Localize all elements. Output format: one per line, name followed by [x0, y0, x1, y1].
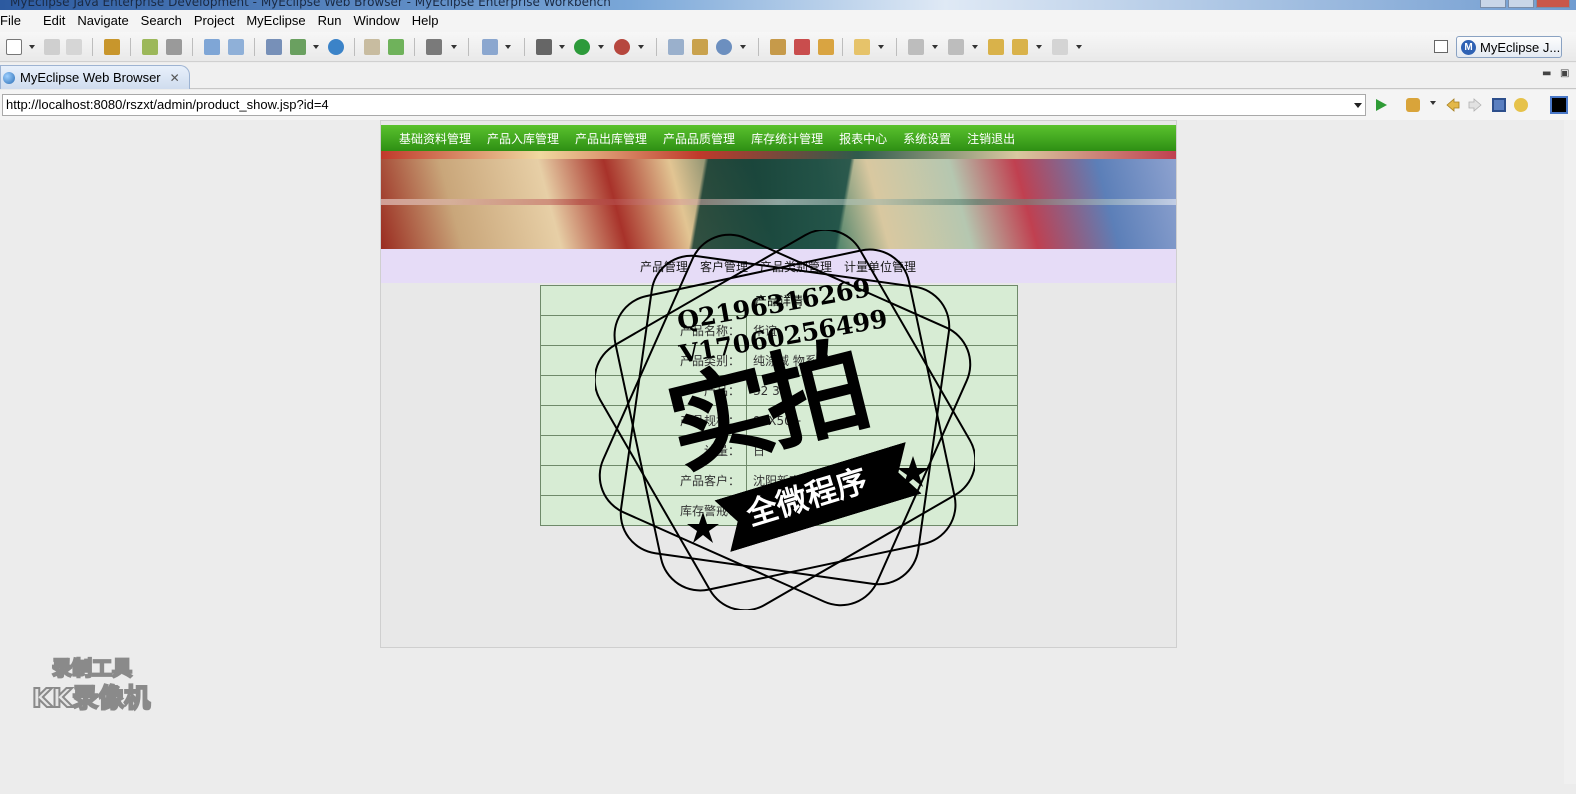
browser-icon [3, 71, 15, 84]
nav-quality[interactable]: 产品品质管理 [655, 130, 743, 147]
nav-stock-in[interactable]: 产品入库管理 [479, 130, 567, 147]
refresh-icon[interactable] [716, 39, 732, 55]
close-window-button[interactable] [1536, 0, 1570, 8]
vertical-scrollbar[interactable] [1564, 120, 1576, 784]
recorder-watermark-line1: 录制工具 [51, 655, 133, 681]
browser-refresh-icon[interactable] [1514, 98, 1528, 112]
stop-icon[interactable] [1492, 98, 1506, 112]
close-tab-icon[interactable]: ✕ [170, 71, 180, 85]
url-history-dropdown-icon[interactable] [1354, 103, 1362, 108]
prev-annotation-icon[interactable] [948, 39, 964, 55]
url-input[interactable]: http://localhost:8080/rszxt/admin/produc… [2, 94, 1366, 116]
maximize-view-icon[interactable]: ▣ [1560, 68, 1569, 79]
site-nav-bar: 基础资料管理 产品入库管理 产品出库管理 产品品质管理 库存统计管理 报表中心 … [381, 125, 1176, 151]
folder-icon[interactable] [854, 39, 870, 55]
menu-file[interactable]: File [0, 10, 27, 32]
menu-bar: File Edit Navigate Search Project MyEcli… [0, 10, 1576, 32]
console-icon[interactable] [1550, 96, 1568, 114]
menu-navigate[interactable]: Navigate [71, 10, 134, 32]
browser-address-row: http://localhost:8080/rszxt/admin/produc… [0, 90, 1576, 120]
class-icon[interactable] [692, 39, 708, 55]
nav-inventory-stats[interactable]: 库存统计管理 [743, 130, 831, 147]
menu-edit[interactable]: Edit [27, 10, 71, 32]
nav-reports[interactable]: 报表中心 [831, 130, 895, 147]
run-dropdown-icon[interactable] [598, 45, 604, 49]
next-annotation-icon[interactable] [908, 39, 924, 55]
new-icon[interactable] [6, 39, 22, 55]
view-icon[interactable] [482, 39, 498, 55]
search-icon[interactable] [228, 39, 244, 55]
camera-icon[interactable] [426, 39, 442, 55]
bookmark-icon[interactable] [818, 39, 834, 55]
back-dropdown-icon[interactable] [1036, 45, 1042, 49]
new-dropdown-icon[interactable] [29, 45, 35, 49]
last-edit-icon[interactable] [988, 39, 1004, 55]
nav-stock-out[interactable]: 产品出库管理 [567, 130, 655, 147]
refresh-dropdown-icon[interactable] [740, 45, 746, 49]
menu-run[interactable]: Run [312, 10, 348, 32]
menu-window[interactable]: Window [347, 10, 405, 32]
print-icon[interactable] [66, 39, 82, 55]
deploy-icon[interactable] [142, 39, 158, 55]
globe-icon[interactable] [328, 39, 344, 55]
favorites-icon[interactable] [1406, 98, 1420, 112]
forward-icon[interactable] [1052, 39, 1068, 55]
db-icon[interactable] [266, 39, 282, 55]
external-tools-icon[interactable] [614, 39, 630, 55]
prev-annotation-dropdown-icon[interactable] [972, 45, 978, 49]
run-server-icon[interactable] [290, 39, 306, 55]
server-icon[interactable] [166, 39, 182, 55]
back-icon[interactable] [1012, 39, 1028, 55]
go-icon[interactable] [1374, 98, 1388, 112]
debug-dropdown-icon[interactable] [559, 45, 565, 49]
pin-icon[interactable] [794, 39, 810, 55]
browser-forward-icon[interactable] [1468, 98, 1482, 112]
recorder-watermark-line2: KK录像机 [31, 683, 151, 715]
favorites-dropdown-icon[interactable] [1430, 101, 1436, 105]
tab-web-browser[interactable]: MyEclipse Web Browser ✕ [0, 65, 190, 89]
main-toolbar: M MyEclipse J... [0, 32, 1576, 62]
hierarchy-icon[interactable] [668, 39, 684, 55]
package-icon[interactable] [104, 39, 120, 55]
minimize-view-icon[interactable]: ▬ [1542, 68, 1551, 79]
forward-dropdown-icon[interactable] [1076, 45, 1082, 49]
folder-dropdown-icon[interactable] [878, 45, 884, 49]
task-icon[interactable] [770, 39, 786, 55]
run-icon[interactable] [574, 39, 590, 55]
nav-settings[interactable]: 系统设置 [895, 130, 959, 147]
camera-dropdown-icon[interactable] [451, 45, 457, 49]
window-title-bar: MyEclipse Java Enterprise Development - … [0, 0, 1576, 10]
open-perspective-icon[interactable] [1434, 40, 1448, 53]
maximize-button[interactable] [1508, 0, 1534, 8]
save-icon[interactable] [44, 39, 60, 55]
open-folder-icon[interactable] [364, 39, 380, 55]
tools-dropdown-icon[interactable] [638, 45, 644, 49]
browser-back-icon[interactable] [1446, 98, 1460, 112]
nav-logout[interactable]: 注销退出 [959, 130, 1023, 147]
tab-label: MyEclipse Web Browser [20, 70, 161, 85]
myeclipse-icon: M [1461, 39, 1476, 55]
server-dropdown-icon[interactable] [313, 45, 319, 49]
menu-myeclipse[interactable]: MyEclipse [240, 10, 311, 32]
edit-icon[interactable] [204, 39, 220, 55]
window-title: MyEclipse Java Enterprise Development - … [10, 0, 611, 9]
menu-project[interactable]: Project [188, 10, 240, 32]
nav-basic-data[interactable]: 基础资料管理 [391, 130, 479, 147]
menu-search[interactable]: Search [135, 10, 188, 32]
add-icon[interactable] [388, 39, 404, 55]
minimize-button[interactable] [1480, 0, 1506, 8]
view-dropdown-icon[interactable] [505, 45, 511, 49]
perspective-label: MyEclipse J... [1480, 39, 1561, 55]
next-annotation-dropdown-icon[interactable] [932, 45, 938, 49]
debug-icon[interactable] [536, 39, 552, 55]
perspective-switcher[interactable]: M MyEclipse J... [1456, 36, 1562, 58]
menu-help[interactable]: Help [406, 10, 445, 32]
editor-tab-row: MyEclipse Web Browser ✕ ▬ ▣ [0, 63, 1576, 89]
